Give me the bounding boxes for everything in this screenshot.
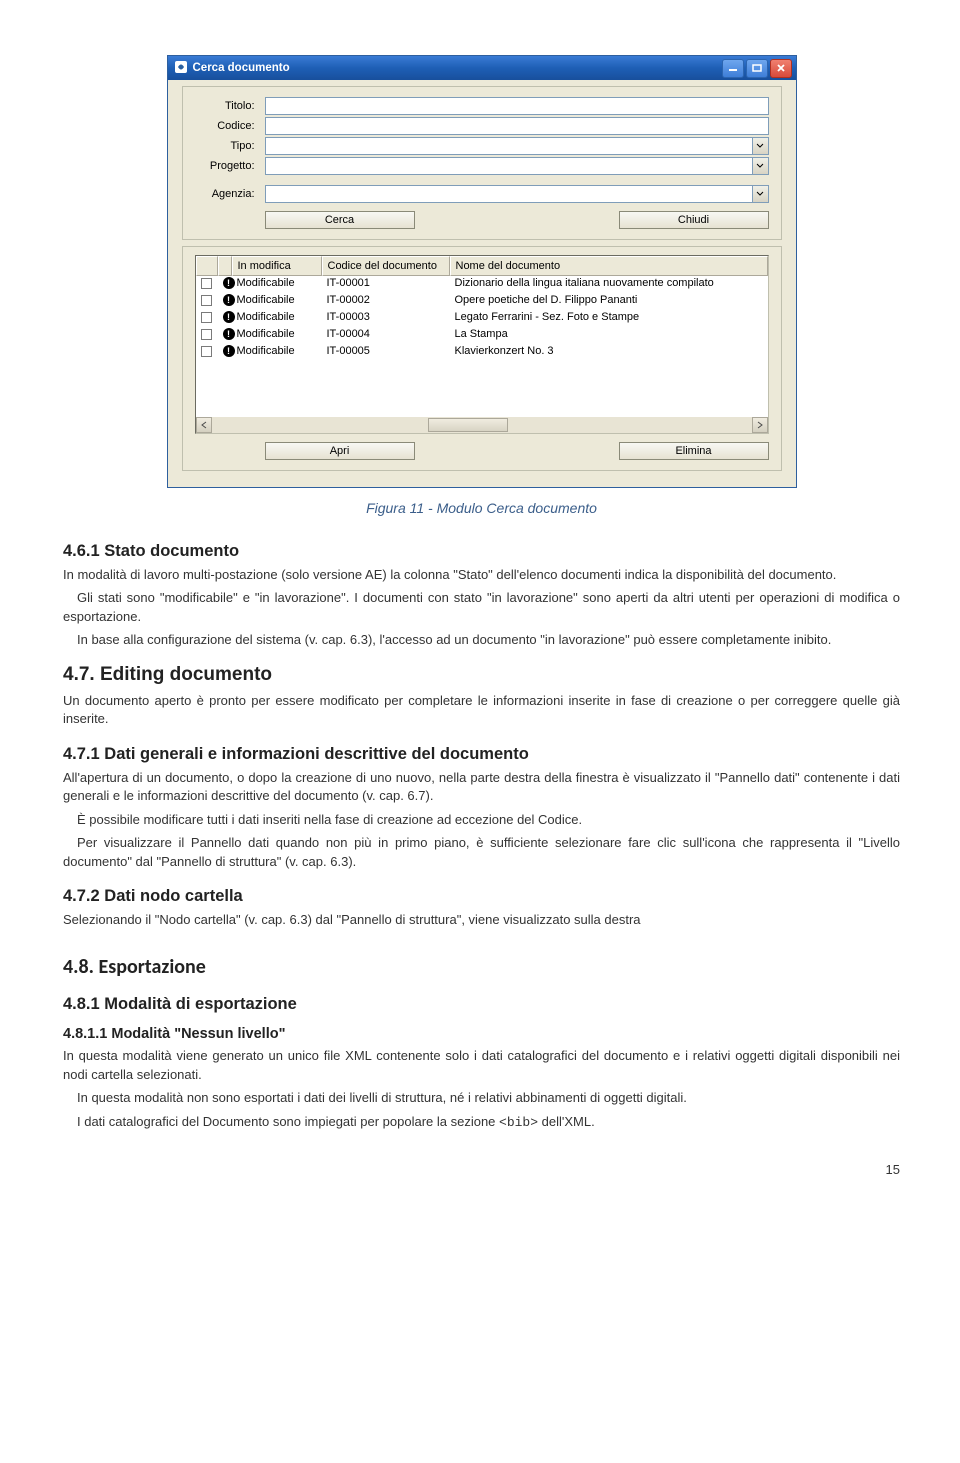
col-checkbox[interactable] [196, 256, 218, 276]
chevron-down-icon [752, 158, 768, 174]
codice-input[interactable] [265, 117, 769, 135]
cell-nom: Klavierkonzert No. 3 [450, 344, 768, 361]
figure-caption: Figura 11 - Modulo Cerca documento [63, 500, 900, 516]
cell-cod: IT-00003 [322, 310, 450, 327]
para: In questa modalità viene generato un uni… [63, 1047, 900, 1084]
cell-cod: IT-00005 [322, 344, 450, 361]
cell-nom: Dizionario della lingua italiana nuovame… [450, 276, 768, 293]
para: Un documento aperto è pronto per essere … [63, 692, 900, 729]
row-checkbox[interactable] [201, 346, 212, 357]
maximize-button[interactable] [746, 59, 768, 78]
scroll-right-icon[interactable] [752, 417, 768, 433]
para: In base alla configurazione del sistema … [63, 631, 900, 649]
cell-nom: La Stampa [450, 327, 768, 344]
row-checkbox[interactable] [201, 329, 212, 340]
window-title: Cerca documento [193, 62, 290, 74]
col-inmodifica[interactable]: In modifica [232, 256, 322, 276]
text: I dati catalografici del Documento sono … [77, 1114, 499, 1129]
h-scrollbar[interactable] [196, 417, 768, 433]
col-status[interactable] [218, 256, 232, 276]
progetto-select[interactable] [265, 157, 769, 175]
table-row[interactable]: !ModificabileIT-00004La Stampa [196, 327, 768, 344]
close-button[interactable] [770, 59, 792, 78]
label-progetto: Progetto: [195, 160, 255, 172]
scroll-thumb[interactable] [428, 418, 508, 432]
chiudi-button[interactable]: Chiudi [619, 211, 769, 229]
dialog-window: Cerca documento Titolo: Codice: Tipo: Pr… [167, 55, 797, 488]
table-row[interactable]: !ModificabileIT-00002Opere poetiche del … [196, 293, 768, 310]
cell-mod: Modificabile [232, 293, 322, 310]
cell-cod: IT-00001 [322, 276, 450, 293]
row-checkbox[interactable] [201, 278, 212, 289]
search-fields: Titolo: Codice: Tipo: Progetto: Agenzia:… [182, 86, 782, 240]
label-titolo: Titolo: [195, 100, 255, 112]
app-icon [174, 60, 188, 77]
col-codice[interactable]: Codice del documento [322, 256, 450, 276]
table-row[interactable]: !ModificabileIT-00003Legato Ferrarini - … [196, 310, 768, 327]
cerca-button[interactable]: Cerca [265, 211, 415, 229]
apri-button[interactable]: Apri [265, 442, 415, 460]
minimize-button[interactable] [722, 59, 744, 78]
page-number: 15 [63, 1162, 900, 1177]
label-tipo: Tipo: [195, 140, 255, 152]
results-table: In modifica Codice del documento Nome de… [195, 255, 769, 434]
row-checkbox[interactable] [201, 295, 212, 306]
cell-nom: Opere poetiche del D. Filippo Pananti [450, 293, 768, 310]
heading-4811: 4.8.1.1 Modalità "Nessun livello" [63, 1026, 900, 1042]
titlebar[interactable]: Cerca documento [168, 56, 796, 80]
titolo-input[interactable] [265, 97, 769, 115]
para: I dati catalografici del Documento sono … [63, 1113, 900, 1132]
table-row[interactable]: !ModificabileIT-00001Dizionario della li… [196, 276, 768, 293]
cell-nom: Legato Ferrarini - Sez. Foto e Stampe [450, 310, 768, 327]
cell-mod: Modificabile [232, 276, 322, 293]
tipo-select[interactable] [265, 137, 769, 155]
cell-cod: IT-00002 [322, 293, 450, 310]
para: All'apertura di un documento, o dopo la … [63, 769, 900, 806]
cell-cod: IT-00004 [322, 327, 450, 344]
heading-48: 4.8. Esportazione [63, 955, 900, 979]
cell-mod: Modificabile [232, 327, 322, 344]
chevron-down-icon [752, 138, 768, 154]
label-codice: Codice: [195, 120, 255, 132]
agenzia-select[interactable] [265, 185, 769, 203]
para: In questa modalità non sono esportati i … [63, 1089, 900, 1107]
row-checkbox[interactable] [201, 312, 212, 323]
col-nome[interactable]: Nome del documento [450, 256, 768, 276]
heading-471: 4.7.1 Dati generali e informazioni descr… [63, 745, 900, 764]
para: In modalità di lavoro multi-postazione (… [63, 566, 900, 584]
para: È possibile modificare tutti i dati inse… [63, 811, 900, 829]
heading-461: 4.6.1 Stato documento [63, 542, 900, 561]
heading-472: 4.7.2 Dati nodo cartella [63, 887, 900, 906]
heading-481: 4.8.1 Modalità di esportazione [63, 995, 900, 1014]
cell-mod: Modificabile [232, 344, 322, 361]
heading-47: 4.7. Editing documento [63, 664, 900, 686]
para: Selezionando il "Nodo cartella" (v. cap.… [63, 911, 900, 929]
chevron-down-icon [752, 186, 768, 202]
scroll-left-icon[interactable] [196, 417, 212, 433]
elimina-button[interactable]: Elimina [619, 442, 769, 460]
para: Per visualizzare il Pannello dati quando… [63, 834, 900, 871]
label-agenzia: Agenzia: [195, 188, 255, 200]
cell-mod: Modificabile [232, 310, 322, 327]
code-text: <bib> [499, 1115, 538, 1130]
results-fieldset: In modifica Codice del documento Nome de… [182, 246, 782, 471]
text: dell'XML. [538, 1114, 595, 1129]
table-row[interactable]: !ModificabileIT-00005Klavierkonzert No. … [196, 344, 768, 361]
para: Gli stati sono "modificabile" e "in lavo… [63, 589, 900, 626]
